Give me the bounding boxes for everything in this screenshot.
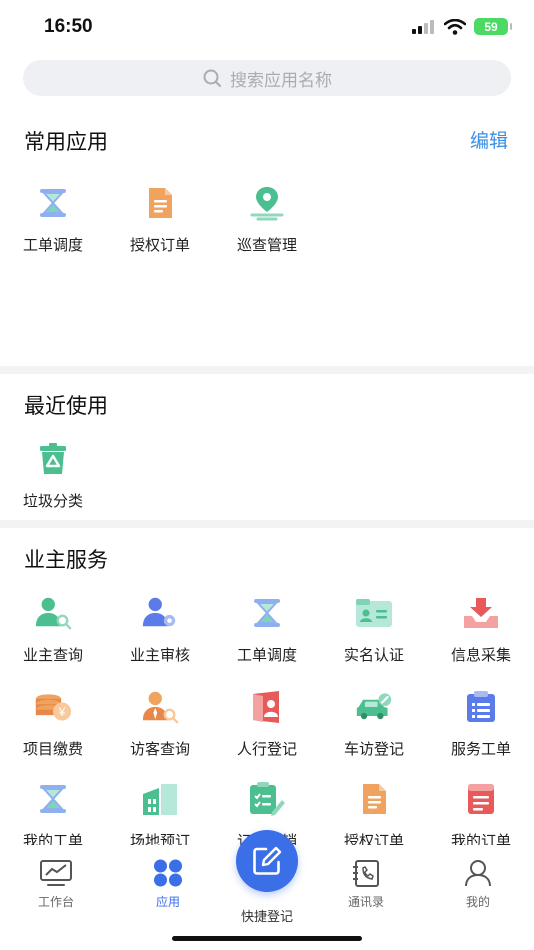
tab-apps[interactable]: 应用 bbox=[128, 859, 208, 910]
order-list-icon bbox=[462, 780, 500, 818]
tab-quick-register[interactable]: 快捷登记 bbox=[227, 900, 307, 925]
app-service-work-order[interactable]: 服务工单 bbox=[428, 688, 534, 759]
app-work-order-dispatch[interactable]: 工单调度 bbox=[0, 184, 106, 255]
app-label: 信息采集 bbox=[450, 646, 511, 664]
tab-label: 通讯录 bbox=[347, 895, 384, 909]
search-icon bbox=[203, 69, 221, 87]
contacts-book-icon bbox=[353, 860, 379, 887]
user-search-icon bbox=[34, 594, 72, 632]
app-project-payment[interactable]: ¥ 项目缴费 bbox=[0, 688, 106, 759]
hourglass-icon bbox=[34, 184, 72, 222]
app-venue-booking[interactable]: 场地预订 bbox=[107, 780, 213, 851]
app-label: 工单调度 bbox=[22, 236, 83, 254]
quick-register-button[interactable] bbox=[236, 830, 298, 892]
section-divider bbox=[0, 366, 534, 374]
recent-title: 最近使用 bbox=[24, 394, 108, 418]
app-label: 授权订单 bbox=[129, 236, 190, 254]
building-icon bbox=[141, 780, 179, 818]
visitor-search-icon bbox=[141, 688, 179, 726]
app-label: 业主审核 bbox=[129, 646, 190, 664]
clipboard-list-icon bbox=[462, 688, 500, 726]
app-real-name-auth[interactable]: 实名认证 bbox=[321, 594, 427, 665]
tab-label: 应用 bbox=[155, 895, 180, 909]
wifi-icon bbox=[444, 18, 466, 35]
app-patrol-management[interactable]: 巡查管理 bbox=[214, 184, 320, 255]
document-icon bbox=[355, 780, 393, 818]
person-icon bbox=[465, 860, 491, 887]
app-label: 人行登记 bbox=[236, 740, 297, 758]
tab-me[interactable]: 我的 bbox=[438, 859, 518, 910]
app-my-work-orders[interactable]: 我的工单 bbox=[0, 780, 106, 851]
common-apps-title: 常用应用 bbox=[24, 130, 108, 154]
app-label: 巡查管理 bbox=[236, 236, 297, 254]
search-input[interactable]: 搜索应用名称 bbox=[23, 60, 511, 96]
edit-button[interactable]: 编辑 bbox=[470, 126, 508, 153]
battery-level: 59 bbox=[484, 19, 498, 34]
app-authorized-orders[interactable]: 授权订单 bbox=[107, 184, 213, 255]
checklist-pen-icon bbox=[248, 780, 286, 818]
home-indicator bbox=[172, 936, 362, 941]
tab-label: 工作台 bbox=[37, 895, 74, 909]
document-icon bbox=[141, 184, 179, 222]
section-divider bbox=[0, 520, 534, 528]
status-icons: 59 bbox=[412, 18, 512, 35]
app-my-orders[interactable]: 我的订单 bbox=[428, 780, 534, 851]
app-label: 服务工单 bbox=[450, 740, 511, 758]
hourglass-icon bbox=[34, 780, 72, 818]
hourglass-icon bbox=[248, 594, 286, 632]
app-label: 工单调度 bbox=[236, 646, 297, 664]
app-label: 车访登记 bbox=[343, 740, 404, 758]
user-gear-icon bbox=[141, 594, 179, 632]
tab-contacts[interactable]: 通讯录 bbox=[326, 859, 406, 910]
tab-label: 快捷登记 bbox=[240, 910, 293, 925]
grid-apps-icon bbox=[154, 859, 182, 887]
trash-bin-icon bbox=[34, 440, 72, 478]
edit-icon bbox=[253, 846, 282, 875]
app-visitor-query[interactable]: 访客查询 bbox=[107, 688, 213, 759]
app-label: 业主查询 bbox=[22, 646, 83, 664]
owner-services-title: 业主服务 bbox=[24, 548, 108, 572]
monitor-chart-icon bbox=[40, 860, 72, 886]
status-bar: 16:50 59 bbox=[0, 0, 534, 56]
battery-indicator: 59 bbox=[474, 18, 512, 35]
app-vehicle-visit-register[interactable]: 车访登记 bbox=[321, 688, 427, 759]
search-placeholder: 搜索应用名称 bbox=[230, 70, 332, 91]
app-info-collection[interactable]: 信息采集 bbox=[428, 594, 534, 665]
status-time: 16:50 bbox=[44, 16, 93, 37]
tab-workbench[interactable]: 工作台 bbox=[16, 859, 96, 910]
app-owner-review[interactable]: 业主审核 bbox=[107, 594, 213, 665]
app-pedestrian-register[interactable]: 人行登记 bbox=[214, 688, 320, 759]
id-card-icon bbox=[355, 594, 393, 632]
app-garbage-sorting[interactable]: 垃圾分类 bbox=[0, 440, 106, 511]
app-label: 实名认证 bbox=[343, 646, 404, 664]
app-work-order-dispatch-2[interactable]: 工单调度 bbox=[214, 594, 320, 665]
app-authorized-orders-2[interactable]: 授权订单 bbox=[321, 780, 427, 851]
tab-label: 我的 bbox=[465, 895, 490, 909]
app-label: 垃圾分类 bbox=[22, 492, 83, 510]
car-icon bbox=[355, 688, 393, 726]
svg-text:¥: ¥ bbox=[58, 706, 66, 719]
signal-icon bbox=[412, 19, 434, 34]
app-label: 访客查询 bbox=[129, 740, 190, 758]
door-person-icon bbox=[248, 688, 286, 726]
app-owner-query[interactable]: 业主查询 bbox=[0, 594, 106, 665]
download-tray-icon bbox=[462, 594, 500, 632]
coins-icon: ¥ bbox=[34, 688, 72, 726]
location-pin-icon bbox=[248, 184, 286, 222]
app-label: 项目缴费 bbox=[22, 740, 83, 758]
